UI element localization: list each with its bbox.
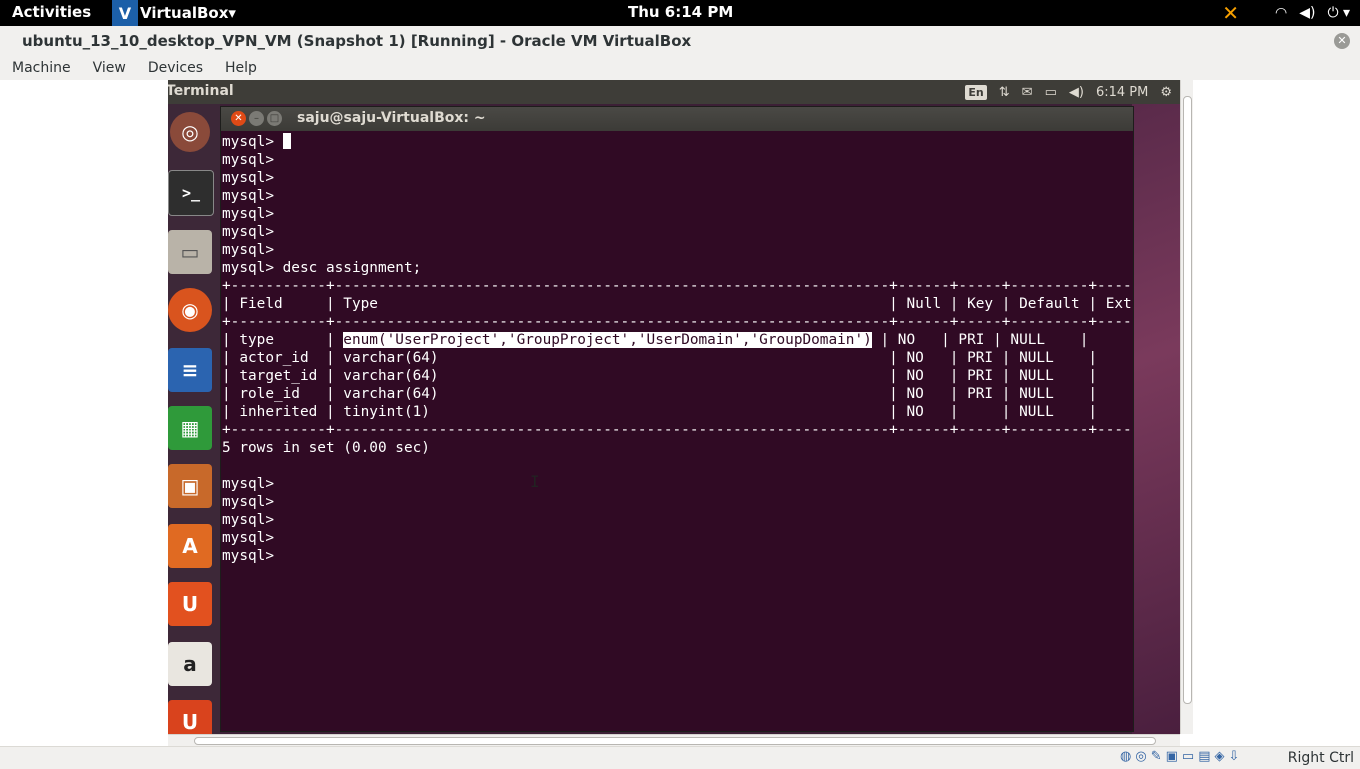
vertical-scrollbar[interactable] [1180, 80, 1193, 734]
gear-icon[interactable]: ⚙ [1160, 85, 1172, 100]
vertical-scroll-thumb[interactable] [1183, 96, 1192, 704]
selected-text[interactable]: enum('UserProject','GroupProject','UserD… [343, 332, 872, 348]
guest-clock[interactable]: 6:14 PM [1096, 85, 1148, 100]
calc-icon[interactable]: ▦ [168, 406, 212, 450]
menu-bar: Machine View Devices Help [0, 56, 1360, 80]
terminal-output[interactable]: mysql> mysql> mysql> mysql> mysql> mysql… [222, 133, 1132, 731]
terminal-text: mysql> mysql> mysql> mysql> mysql> mysql… [222, 133, 1132, 565]
firefox-icon[interactable]: ◉ [168, 288, 212, 332]
volume-icon[interactable]: ◀) [1069, 85, 1084, 100]
window-titlebar: ubuntu_13_10_desktop_VPN_VM (Snapshot 1)… [0, 26, 1360, 57]
prompt-lines-bottom: mysql> mysql> mysql> mysql> mysql> [222, 476, 274, 564]
app-menu-label: VirtualBox [140, 4, 229, 22]
clock[interactable]: Thu 6:14 PM [628, 3, 733, 21]
window-title: ubuntu_13_10_desktop_VPN_VM (Snapshot 1)… [22, 32, 692, 50]
mouse-icon[interactable]: ◈ [1214, 749, 1224, 764]
horizontal-scroll-thumb[interactable] [194, 737, 1156, 745]
writer-icon[interactable]: ≡ [168, 348, 212, 392]
cd-icon[interactable]: ◎ [1135, 749, 1146, 764]
guest-app-title: Terminal [168, 83, 234, 99]
software-center-icon[interactable]: A [168, 524, 212, 568]
keyboard-icon[interactable]: ⇩ [1228, 749, 1239, 764]
ubuntu-icon[interactable]: U [168, 700, 212, 734]
terminal-icon[interactable]: >_ [168, 170, 214, 216]
activities-button[interactable]: Activities [12, 3, 91, 21]
wifi-icon[interactable]: ◠ [1275, 5, 1287, 21]
menu-machine[interactable]: Machine [0, 60, 82, 76]
volume-icon[interactable]: ◀) [1299, 5, 1315, 21]
app-menu[interactable]: V VirtualBox ▾ [112, 0, 236, 26]
guest-top-panel: Terminal En ⇅ ✉ ▭ ◀) 6:14 PM ⚙ [168, 80, 1180, 104]
system-tray: ✕ ◠ ◀) ⏻ ▾ [1222, 0, 1350, 26]
prompt-lines: mysql> mysql> mysql> mysql> mysql> mysql… [222, 152, 274, 258]
guest-indicators: En ⇅ ✉ ▭ ◀) 6:14 PM ⚙ [965, 80, 1172, 104]
battery-icon[interactable]: ▭ [1045, 85, 1057, 100]
mail-icon[interactable]: ✉ [1022, 85, 1033, 100]
result-summary: 5 rows in set (0.00 sec) [222, 440, 430, 456]
x-icon[interactable]: ✕ [1222, 1, 1239, 25]
status-bar: ◍ ◎ ✎ ▣ ▭ ▤ ◈ ⇩ Right Ctrl [0, 746, 1360, 769]
command-line: mysql> desc assignment; [222, 260, 422, 276]
desktop-wallpaper [1132, 104, 1180, 734]
mouse-ibeam-cursor: I [530, 472, 540, 491]
close-icon[interactable]: ✕ [1334, 33, 1350, 49]
keyboard-layout-indicator[interactable]: En [965, 84, 987, 100]
table-row-suffix: | NO | PRI | NULL | | [871, 332, 1132, 348]
ubuntu-one-icon[interactable]: U [168, 582, 212, 626]
launcher: ◎ >_ ▭ ◉ ≡ ▦ ▣ A U a U [168, 104, 220, 734]
table-row-prefix: | type | [222, 332, 344, 348]
terminal-window: ✕ – □ saju@saju-VirtualBox: ~ mysql> mys… [220, 106, 1134, 732]
table-header: +-----------+---------------------------… [222, 278, 1132, 330]
guest-display[interactable]: Terminal En ⇅ ✉ ▭ ◀) 6:14 PM ⚙ ◎ >_ ▭ ◉ … [168, 80, 1180, 734]
maximize-icon[interactable]: □ [267, 111, 282, 126]
device-icons: ◍ ◎ ✎ ▣ ▭ ▤ ◈ ⇩ [1120, 749, 1239, 764]
amazon-icon[interactable]: a [168, 642, 212, 686]
text-cursor [282, 133, 291, 149]
terminal-title: saju@saju-VirtualBox: ~ [297, 110, 486, 126]
power-icon[interactable]: ⏻ ▾ [1327, 5, 1350, 21]
usb-icon[interactable]: ✎ [1151, 749, 1162, 764]
table-rows: | actor_id | varchar(64) | NO | PRI | NU… [222, 350, 1132, 438]
network-arrows-icon[interactable]: ⇅ [999, 85, 1010, 100]
minimize-icon[interactable]: – [249, 111, 264, 126]
virtualbox-logo-icon: V [112, 0, 138, 26]
chevron-down-icon: ▾ [228, 4, 236, 22]
prompt-line: mysql> [222, 134, 283, 150]
menu-devices[interactable]: Devices [137, 60, 214, 76]
hdd-icon[interactable]: ◍ [1120, 749, 1131, 764]
impress-icon[interactable]: ▣ [168, 464, 212, 508]
display-icon[interactable]: ▤ [1198, 749, 1210, 764]
files-icon[interactable]: ▭ [168, 230, 212, 274]
close-icon[interactable]: ✕ [231, 111, 246, 126]
host-top-bar: Activities V VirtualBox ▾ Thu 6:14 PM ✕ … [0, 0, 1360, 26]
network-icon[interactable]: ▣ [1166, 749, 1178, 764]
ubuntu-dash-icon[interactable]: ◎ [170, 112, 210, 152]
menu-view[interactable]: View [82, 60, 137, 76]
menu-help[interactable]: Help [214, 60, 268, 76]
terminal-titlebar: ✕ – □ saju@saju-VirtualBox: ~ [221, 107, 1133, 131]
host-key-label: Right Ctrl [1287, 750, 1354, 766]
shared-folder-icon[interactable]: ▭ [1182, 749, 1194, 764]
